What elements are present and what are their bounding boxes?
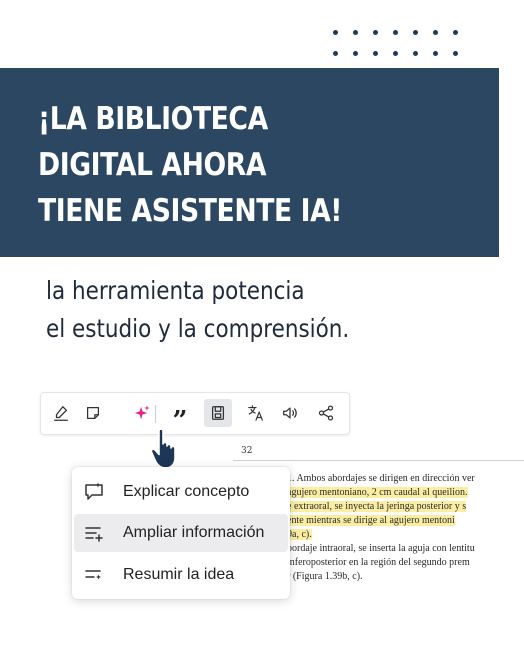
translate-icon bbox=[248, 405, 263, 421]
subtitle-line-2: el estudio y la comprensión. bbox=[46, 314, 350, 343]
highlighter-icon bbox=[54, 406, 68, 421]
menu-item-summarize[interactable]: Resumir la idea bbox=[74, 556, 288, 594]
headline-line-3: TIENE ASISTENTE IA! bbox=[38, 193, 343, 229]
document-line: r (Figura 1.39b, c). bbox=[287, 571, 363, 582]
menu-item-label: Resumir la idea bbox=[123, 566, 235, 583]
headline: ¡LA BIBLIOTECA DIGITAL AHORA TIENE ASIST… bbox=[38, 96, 342, 234]
hand-pointer-icon bbox=[150, 428, 176, 469]
read-aloud-button[interactable] bbox=[278, 401, 302, 425]
decorative-dot-grid bbox=[333, 30, 483, 60]
document-line: inferoposterior en la región del segundo… bbox=[287, 557, 470, 568]
note-icon bbox=[86, 406, 100, 420]
document-line-highlighted: agujero mentoniano, 2 cm caudal al queil… bbox=[287, 487, 468, 498]
toolbar-separator bbox=[155, 405, 156, 423]
page-header-rule bbox=[233, 460, 524, 461]
menu-item-label: Ampliar información bbox=[123, 524, 265, 541]
ai-context-menu: Explicar concepto Ampliar información Re… bbox=[72, 467, 290, 599]
share-button[interactable] bbox=[314, 401, 338, 425]
menu-item-expand-info[interactable]: Ampliar información bbox=[74, 514, 288, 552]
ai-assistant-button[interactable] bbox=[130, 401, 154, 425]
highlighter-button[interactable] bbox=[49, 401, 73, 425]
document-line-highlighted: ente mientras se dirige al agujero mento… bbox=[287, 515, 455, 526]
note-button[interactable] bbox=[81, 401, 105, 425]
audio-icon bbox=[283, 407, 297, 419]
subtitle-line-1: la herramienta potencia bbox=[46, 276, 305, 305]
headline-line-1: ¡LA BIBLIOTECA bbox=[38, 101, 268, 137]
list-add-icon bbox=[85, 527, 103, 542]
document-line-highlighted: e extraoral, se inyecta la jeringa poste… bbox=[287, 501, 467, 512]
document-line: bordaje intraoral, se inserta la aguja c… bbox=[287, 543, 475, 554]
headline-line-2: DIGITAL AHORA bbox=[38, 147, 267, 183]
document-line: 1. Ambos abordajes se dirigen en direcci… bbox=[287, 473, 475, 484]
ai-sparkle-icon bbox=[134, 405, 150, 420]
page-number: 32 bbox=[241, 446, 253, 456]
subtitle: la herramienta potencia el estudio y la … bbox=[46, 272, 349, 348]
save-button[interactable] bbox=[204, 399, 232, 427]
document-text: 1. Ambos abordajes se dirigen en direcci… bbox=[287, 472, 524, 612]
share-icon bbox=[318, 405, 334, 421]
menu-item-label: Explicar concepto bbox=[123, 483, 250, 500]
chat-explain-icon bbox=[85, 482, 103, 500]
save-icon bbox=[211, 406, 225, 420]
translate-button[interactable] bbox=[244, 401, 268, 425]
list-summary-icon bbox=[85, 570, 101, 580]
document-line-highlighted: 9a, c). bbox=[287, 529, 312, 540]
menu-item-explain-concept[interactable]: Explicar concepto bbox=[74, 473, 288, 511]
reader-toolbar: ” bbox=[40, 392, 350, 435]
